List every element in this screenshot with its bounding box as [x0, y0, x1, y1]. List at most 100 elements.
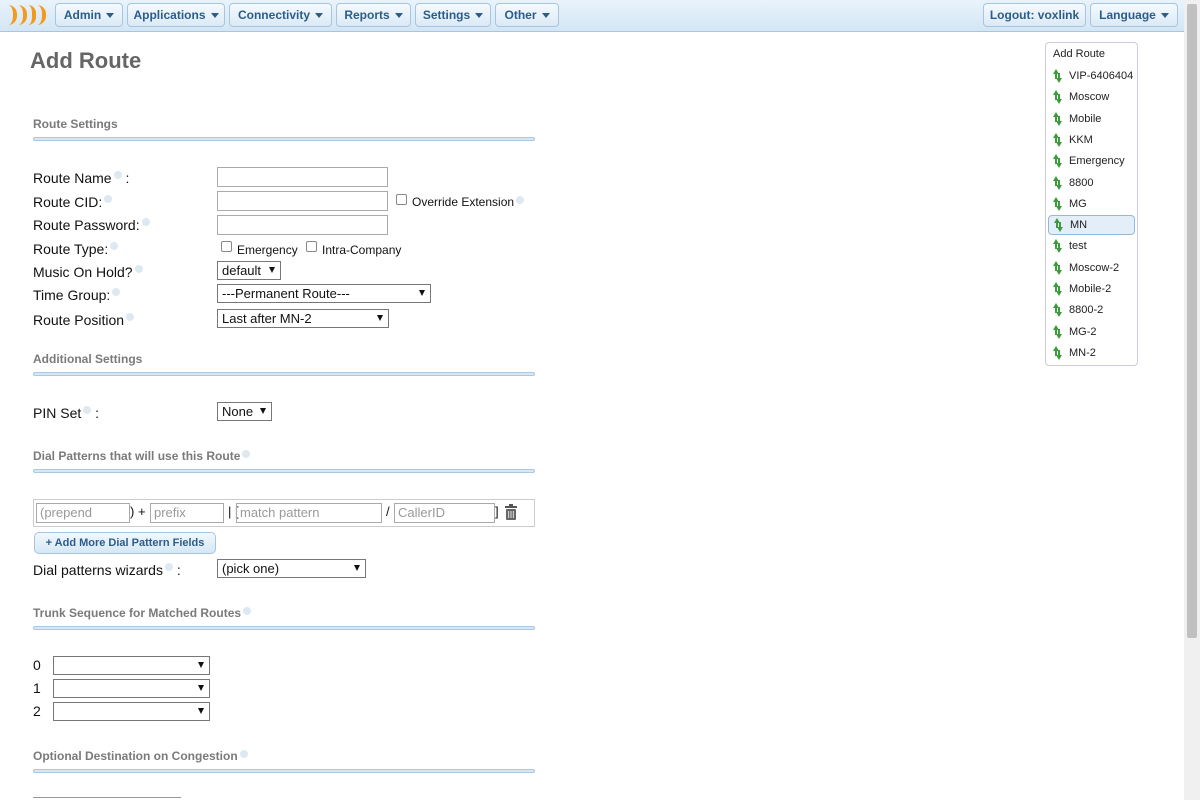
route-cid-input[interactable] [217, 191, 388, 211]
music-on-hold-value: default [222, 263, 262, 278]
section-title-route-settings: Route Settings [33, 117, 118, 131]
override-extension-checkbox[interactable] [396, 194, 407, 205]
drag-reorder-icon[interactable] [1051, 69, 1063, 83]
route-list-item-label: MG [1069, 197, 1087, 210]
add-route-link[interactable]: Add Route [1053, 48, 1105, 60]
drag-reorder-icon[interactable] [1051, 324, 1063, 339]
route-list-item[interactable]: Moscow [1048, 87, 1135, 107]
route-list-item[interactable]: Emergency [1048, 151, 1135, 171]
trunk-select-0[interactable] [53, 656, 210, 675]
dial-wizards-select[interactable]: (pick one) [217, 559, 366, 578]
dial-pattern-row: (prepend ) + prefix | [ match pattern / … [33, 499, 535, 527]
nav-menu-reports[interactable]: Reports [336, 3, 411, 27]
scrollbar-thumb[interactable] [1187, 4, 1197, 638]
help-icon[interactable] [110, 242, 119, 250]
nav-menu-other[interactable]: Other [495, 3, 559, 27]
drag-reorder-icon[interactable] [1051, 175, 1063, 190]
route-name-input[interactable] [217, 167, 388, 187]
route-list-item[interactable]: Moscow-2 [1048, 258, 1135, 278]
drag-reorder-icon[interactable] [1051, 282, 1063, 296]
route-list-item[interactable]: KKM [1048, 130, 1135, 150]
help-icon[interactable] [113, 171, 122, 179]
override-extension-label: Override Extension [412, 195, 525, 209]
route-position-label: Route Position [33, 312, 135, 328]
drag-reorder-icon[interactable] [1052, 218, 1064, 233]
route-position-select[interactable]: Last after MN-2 [217, 309, 389, 328]
dropdown-arrow-icon [198, 662, 204, 668]
trash-icon[interactable] [504, 504, 518, 521]
route-name-colon: : [125, 170, 130, 186]
drag-reorder-icon[interactable] [1051, 90, 1063, 105]
drag-reorder-icon[interactable] [1051, 132, 1063, 147]
route-list-item[interactable]: Mobile-2 [1048, 279, 1135, 299]
help-icon[interactable] [141, 218, 150, 226]
drag-reorder-icon[interactable] [1051, 345, 1063, 360]
help-icon[interactable] [242, 450, 251, 458]
route-position-label-text: Route Position [33, 312, 125, 328]
match-pattern-input[interactable]: match pattern [236, 503, 382, 523]
emergency-checkbox[interactable] [221, 241, 232, 252]
help-icon[interactable] [83, 406, 92, 414]
prepend-input[interactable]: (prepend [36, 503, 130, 523]
help-icon[interactable] [134, 265, 143, 273]
dropdown-arrow-icon [269, 267, 275, 273]
dial-wizards-value: (pick one) [222, 561, 280, 576]
nav-menu-label: Reports [344, 8, 390, 22]
trunk-select-1[interactable] [53, 679, 210, 698]
section-title-dial-patterns: Dial Patterns that will use this Route [33, 449, 251, 463]
help-icon[interactable] [126, 313, 135, 321]
drag-reorder-icon[interactable] [1051, 154, 1063, 169]
language-menu[interactable]: Language [1090, 3, 1178, 27]
help-icon[interactable] [112, 288, 121, 296]
drag-reorder-icon[interactable] [1051, 239, 1063, 254]
time-group-select[interactable]: ---Permanent Route--- [217, 284, 431, 303]
help-icon[interactable] [243, 607, 252, 615]
route-list-item[interactable]: VIP-6406404 [1048, 66, 1135, 86]
logout-button[interactable]: Logout: voxlink [983, 3, 1086, 27]
help-icon[interactable] [516, 196, 525, 204]
route-list-item[interactable]: MG [1048, 194, 1135, 214]
pin-set-value: None [222, 404, 254, 419]
nav-menu-applications[interactable]: Applications [127, 3, 225, 27]
route-list-item[interactable]: MG-2 [1048, 322, 1135, 342]
nav-menu-label: Connectivity [237, 8, 310, 22]
route-list-item[interactable]: 8800-2 [1048, 300, 1135, 320]
route-name-label: Route Name : [33, 170, 129, 186]
music-on-hold-select[interactable]: default [217, 261, 281, 280]
route-list-item-label: MN [1070, 219, 1088, 232]
drag-reorder-icon[interactable] [1051, 260, 1063, 275]
route-list-item[interactable]: MN [1048, 215, 1135, 236]
drag-reorder-icon[interactable] [1051, 111, 1063, 126]
freepbx-logo-icon[interactable] [8, 4, 46, 26]
add-dial-pattern-button[interactable]: + Add More Dial Pattern Fields [34, 532, 216, 554]
help-icon[interactable] [239, 750, 248, 758]
callerid-input[interactable]: CallerID [394, 503, 495, 523]
help-icon[interactable] [164, 563, 173, 571]
dial-patterns-title-text: Dial Patterns that will use this Route [33, 449, 241, 463]
route-password-input[interactable] [217, 215, 388, 235]
nav-menu-settings[interactable]: Settings [415, 3, 491, 27]
drag-reorder-icon[interactable] [1051, 303, 1063, 318]
intra-company-checkbox[interactable] [306, 241, 317, 252]
dropdown-arrow-icon [377, 315, 383, 321]
help-icon[interactable] [104, 195, 113, 203]
section-divider [33, 769, 535, 773]
nav-menu-admin[interactable]: Admin [55, 3, 123, 27]
chevron-down-icon [475, 12, 484, 18]
chevron-down-icon [394, 12, 403, 18]
emergency-label: Emergency [237, 243, 298, 257]
trunk-select-2[interactable] [53, 702, 210, 721]
callerid-separator: / [386, 504, 390, 519]
route-list-item[interactable]: 8800 [1048, 173, 1135, 193]
congestion-select-partial[interactable] [33, 797, 181, 801]
dropdown-arrow-icon [354, 565, 360, 571]
route-list-item-label: Moscow-2 [1069, 261, 1120, 274]
pin-set-select[interactable]: None [217, 402, 272, 421]
route-list-item[interactable]: MN-2 [1048, 343, 1135, 363]
nav-menu-connectivity[interactable]: Connectivity [229, 3, 332, 27]
route-list-item[interactable]: test [1048, 236, 1135, 256]
drag-reorder-icon[interactable] [1051, 196, 1063, 211]
route-list-item[interactable]: Mobile [1048, 109, 1135, 129]
section-title-congestion: Optional Destination on Congestion [33, 749, 248, 763]
prefix-input[interactable]: prefix [150, 503, 224, 523]
